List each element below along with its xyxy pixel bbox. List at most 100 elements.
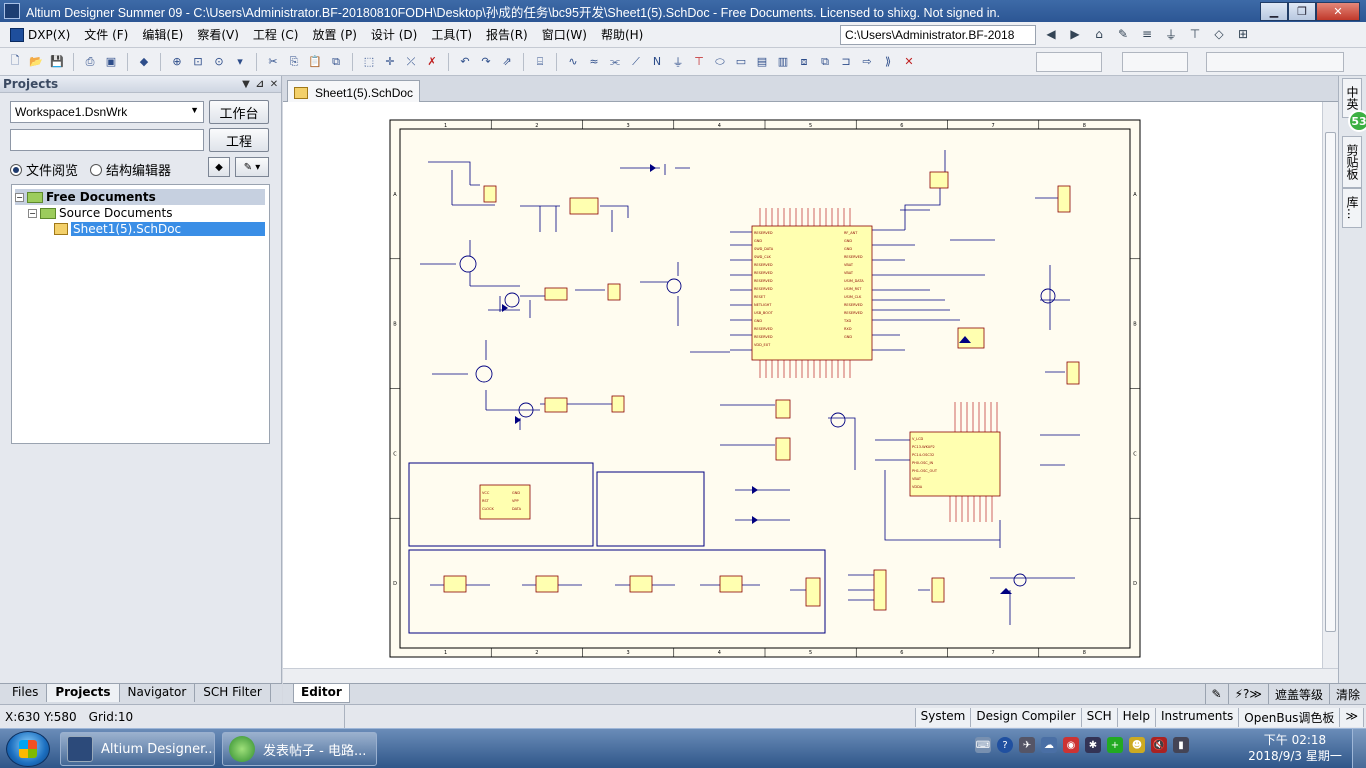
undo-icon[interactable]: ↶ [456,53,474,71]
ime-icon[interactable]: ✈ [1019,737,1035,753]
clear-filter-icon[interactable]: ✗ [423,53,441,71]
qq-icon[interactable]: ☻ [1129,737,1145,753]
forward-icon[interactable]: ▶ [1066,25,1084,43]
vertical-scrollbar[interactable] [1322,102,1338,668]
panel-close-icon[interactable]: ✕ [267,79,281,90]
mask-filter-icon[interactable]: ⚡?≫ [1227,684,1268,704]
menu-window[interactable]: 窗口(W) [535,26,594,43]
print-icon[interactable]: ⎙ [81,53,99,71]
print-preview-icon[interactable]: ▣ [102,53,120,71]
menu-edit[interactable]: 编辑(E) [135,26,190,43]
place-sheet-entry-icon[interactable]: ▤ [753,53,771,71]
tree-item-source-documents[interactable]: − Source Documents [28,205,172,221]
rubber-stamp-icon[interactable]: ⧉ [327,53,345,71]
mask-level-button[interactable]: 遮盖等级 [1267,684,1329,704]
place-sheet-symbol-icon[interactable]: ▭ [732,53,750,71]
close-button[interactable]: ✕ [1316,1,1360,21]
document-tab[interactable]: Sheet1(5).SchDoc [287,80,421,102]
deselect-icon[interactable]: ⤫ [402,53,420,71]
menu-reports[interactable]: 报告(R) [479,26,535,43]
grid-tool-icon[interactable]: ⊞ [1234,25,1252,43]
clear-button[interactable]: 清除 [1328,684,1366,704]
place-device-sheet-icon[interactable]: ▥ [774,53,792,71]
maximize-button[interactable]: ❐ [1288,1,1316,21]
status-design-compiler-button[interactable]: Design Compiler [970,708,1082,727]
place-harness-entry-icon[interactable]: ⧉ [816,53,834,71]
place-harness-icon[interactable]: ⧈ [795,53,813,71]
keyboard-icon[interactable]: ⌨ [975,737,991,753]
menu-view[interactable]: 察看(V) [190,26,246,43]
project-button[interactable]: 工程 [209,128,269,152]
mute-icon[interactable]: 🔇 [1151,737,1167,753]
zoom-area-icon[interactable]: ⊕ [168,53,186,71]
zoom-select-icon[interactable]: ⊙ [210,53,228,71]
workbench-button[interactable]: 工作台 [209,100,269,124]
toolbar-combo-3[interactable] [1206,52,1344,72]
collapse-icon[interactable]: − [15,192,24,202]
help-tray-icon[interactable]: ? [997,737,1013,753]
power-tool-icon[interactable]: ⊤ [1186,25,1204,43]
place-off-sheet-icon[interactable]: ⟫ [879,53,897,71]
redo-icon[interactable]: ↷ [477,53,495,71]
document-options-icon[interactable]: ✎ ▾ [235,157,269,177]
status-sch-button[interactable]: SCH [1080,708,1118,727]
schematic-canvas[interactable]: 1122334455667788AABBCCDD RESERVED GND SW… [283,102,1322,668]
place-harness-connector-icon[interactable]: ⊐ [837,53,855,71]
task-altium[interactable]: Altium Designer... [60,732,215,766]
place-signal-harness-icon[interactable]: ⫘ [606,53,624,71]
task-browser[interactable]: 发表帖子 - 电路... [222,732,377,766]
collapse-icon[interactable]: − [28,208,37,218]
tree-item-free-documents[interactable]: − Free Documents [15,189,265,205]
cross-probe-icon[interactable]: ⇗ [498,53,516,71]
radio-structure-editor[interactable] [90,163,103,176]
notification-badge[interactable]: 53 [1348,110,1366,132]
horizontal-scrollbar[interactable] [283,668,1338,683]
status-help-button[interactable]: Help [1116,708,1156,727]
ground-tool-icon[interactable]: ⏚ [1162,25,1180,43]
menu-tools[interactable]: 工具(T) [424,26,479,43]
paste-icon[interactable]: 📋 [306,53,324,71]
menu-place[interactable]: 放置 (P) [305,26,363,43]
radio-file-view[interactable] [10,163,22,176]
minimize-button[interactable]: ▁ [1260,1,1288,21]
clock[interactable]: 下午 02:18 2018/9/3 星期一 [1240,732,1350,764]
save-icon[interactable]: 💾 [48,53,66,71]
place-no-erc-icon[interactable]: ✕ [900,53,918,71]
place-bus-entry-icon[interactable]: ⟋ [627,53,645,71]
place-vcc-icon[interactable]: ⊤ [690,53,708,71]
home-icon[interactable]: ⌂ [1090,25,1108,43]
panel-pin-icon[interactable]: ⊿ [253,79,267,90]
status-openbus-button[interactable]: OpenBus调色板 [1238,708,1341,727]
tab-projects[interactable]: Projects [47,684,120,702]
copy-icon[interactable]: ⎘ [285,53,303,71]
right-tab-clipboard[interactable]: 剪贴板 [1342,136,1362,188]
menu-file[interactable]: 文件 (F) [77,26,135,43]
place-wire-icon[interactable]: ∿ [564,53,582,71]
tab-navigator[interactable]: Navigator [120,684,196,702]
show-desktop-button[interactable] [1352,729,1366,768]
open-file-icon[interactable]: 📂 [27,53,45,71]
tree-item-sheet[interactable]: Sheet1(5).SchDoc [54,221,265,237]
menu-dxp[interactable]: DXP(X) [0,27,77,42]
tab-sch-filter[interactable]: SCH Filter [195,684,271,702]
bus-tool-icon[interactable]: ≡ [1138,25,1156,43]
toolbar-combo-2[interactable] [1122,52,1188,72]
place-ground-icon[interactable]: ⏚ [669,53,687,71]
place-port-icon[interactable]: ⇨ [858,53,876,71]
menu-design[interactable]: 设计 (D) [364,26,424,43]
pencil-tool-icon[interactable]: ✎ [1114,25,1132,43]
editor-tab[interactable]: Editor [293,684,350,703]
cloud-icon[interactable]: ☁ [1041,737,1057,753]
back-icon[interactable]: ◀ [1042,25,1060,43]
zoom-options-icon[interactable]: ▾ [231,53,249,71]
status-more-icon[interactable]: ≫ [1339,708,1364,727]
zoom-fit-icon[interactable]: ⊡ [189,53,207,71]
tab-files[interactable]: Files [4,684,48,702]
new-file-icon[interactable]: 🗋 [6,53,24,71]
browse-library-icon[interactable]: ⌸ [531,53,549,71]
toolbar-combo-1[interactable] [1036,52,1102,72]
status-instruments-button[interactable]: Instruments [1155,708,1240,727]
compile-icon[interactable]: ◆ [208,157,230,177]
layers-icon[interactable]: ◆ [135,53,153,71]
place-netlabel-icon[interactable]: N [648,53,666,71]
